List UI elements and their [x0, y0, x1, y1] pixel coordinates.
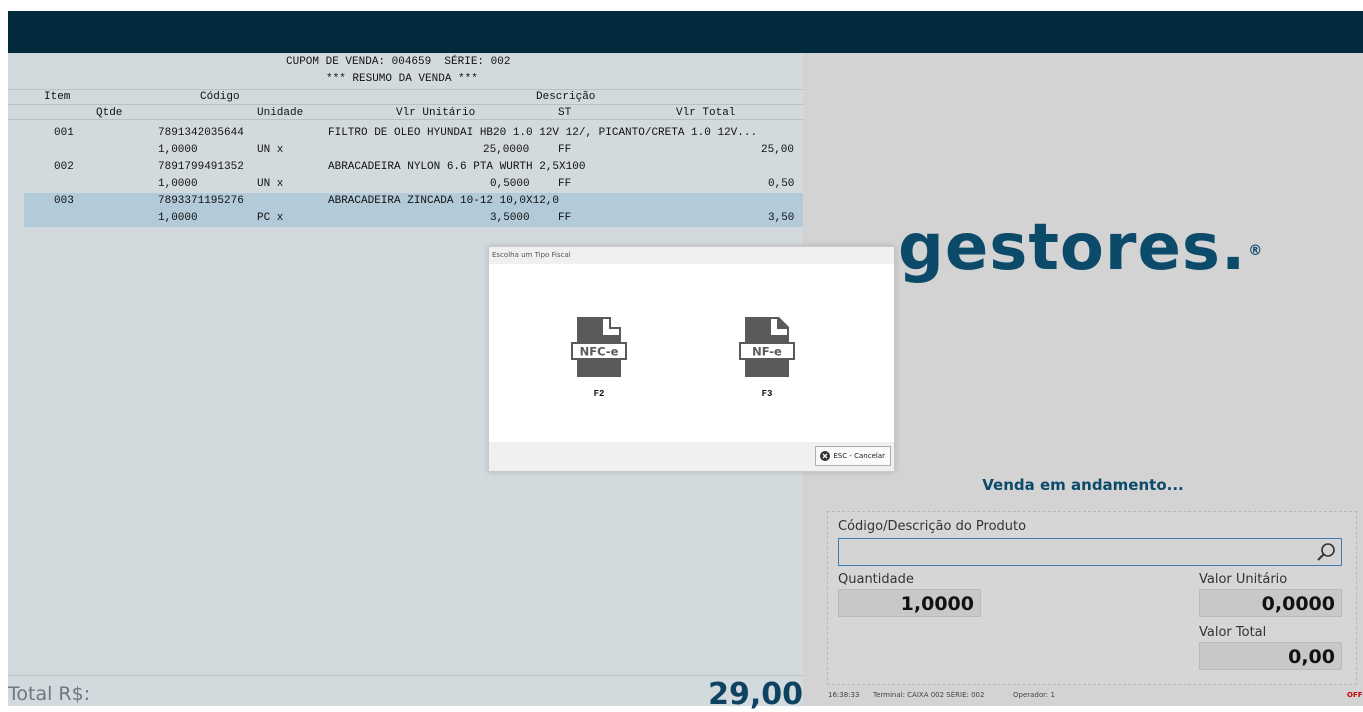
col-header-unidade: Unidade — [257, 107, 304, 119]
nfce-document-icon: NFC-e — [571, 317, 627, 377]
item-vlr-unitario: 25,0000 — [483, 144, 530, 156]
nfce-option[interactable]: NFC-e F2 — [569, 317, 629, 399]
status-bar: 16:38:33 Terminal: CAIXA 002 SÉRIE: 002 … — [803, 686, 1363, 706]
quantidade-label: Quantidade — [838, 572, 914, 587]
terminal-info: Terminal: CAIXA 002 SÉRIE: 002 — [873, 691, 985, 699]
col-header-st: ST — [558, 107, 572, 119]
nfe-document-icon: NF-e — [739, 317, 795, 377]
item-qtde: 1,0000 — [158, 212, 198, 224]
item-qtde: 1,0000 — [158, 178, 198, 190]
header-row-1: Item Código Descrição — [8, 89, 803, 105]
valor-unitario-label: Valor Unitário — [1199, 572, 1288, 587]
col-header-vlr-total: Vlr Total — [676, 107, 736, 119]
item-vlr-total: 25,00 — [761, 144, 795, 156]
fiscal-type-dialog: Escolha um Tipo Fiscal NFC-e F2 NF-e F3 … — [488, 246, 895, 472]
valor-total-field: 0,00 — [1199, 642, 1342, 670]
item-qtde: 1,0000 — [158, 144, 198, 156]
item-st: FF — [558, 178, 572, 190]
item-descricao: ABRACADEIRA ZINCADA 10-12 10,0X12,0 — [328, 195, 560, 207]
operator-info: Operador: 1 — [1013, 691, 1055, 699]
cancel-button[interactable]: ESC - Cancelar — [815, 446, 891, 466]
item-descricao: FILTRO DE OLEO HYUNDAI HB20 1.0 12V 12/,… — [328, 127, 758, 139]
quantidade-field[interactable]: 1,0000 — [838, 589, 981, 617]
registered-mark: ® — [1248, 243, 1264, 260]
dialog-title: Escolha um Tipo Fiscal — [489, 247, 894, 264]
nfe-icon-text: NF-e — [752, 345, 782, 359]
receipt-title: CUPOM DE VENDA: 004659 SÉRIE: 002 — [286, 56, 511, 68]
search-icon[interactable] — [1315, 541, 1337, 563]
item-unidade: UN x — [257, 178, 284, 190]
connection-status: OFF — [1347, 691, 1363, 699]
item-unidade: PC x — [257, 212, 284, 224]
sale-status: Venda em andamento... — [982, 476, 1184, 494]
item-number: 003 — [54, 195, 74, 207]
item-descricao: ABRACADEIRA NYLON 6.6 PTA WURTH 2,5X100 — [328, 161, 586, 173]
item-codigo: 7891799491352 — [158, 161, 244, 173]
product-search-input[interactable] — [838, 538, 1342, 566]
nfe-option[interactable]: NF-e F3 — [737, 317, 797, 399]
item-number: 001 — [54, 127, 74, 139]
cancel-label: ESC - Cancelar — [833, 452, 885, 460]
item-number: 002 — [54, 161, 74, 173]
close-circle-icon — [820, 451, 831, 461]
valor-unitario-field[interactable]: 0,0000 — [1199, 589, 1342, 617]
nfce-shortcut: F2 — [593, 389, 605, 399]
produto-label: Código/Descrição do Produto — [838, 519, 1027, 534]
clock: 16:38:33 — [828, 691, 860, 699]
total-value: 29,00 — [708, 677, 803, 712]
logo-text: gestores. — [898, 211, 1247, 285]
header-row-2: Qtde Unidade Vlr Unitário ST Vlr Total — [8, 106, 803, 120]
col-header-vlr-unitario: Vlr Unitário — [396, 107, 476, 119]
nfce-icon-text: NFC-e — [580, 345, 619, 359]
col-header-item: Item — [44, 91, 71, 103]
valor-total-label: Valor Total — [1199, 625, 1267, 640]
item-st: FF — [558, 144, 572, 156]
product-entry-form: Código/Descrição do Produto Quantidade 1… — [827, 511, 1357, 685]
item-vlr-total: 0,50 — [768, 178, 795, 190]
item-codigo: 7893371195276 — [158, 195, 244, 207]
total-divider — [8, 675, 803, 676]
col-header-qtde: Qtde — [96, 107, 123, 119]
col-header-descricao: Descrição — [536, 91, 596, 103]
nfe-shortcut: F3 — [761, 389, 773, 399]
dialog-footer: ESC - Cancelar — [489, 442, 894, 471]
receipt-subtitle: *** RESUMO DA VENDA *** — [326, 73, 478, 85]
item-st: FF — [558, 212, 572, 224]
gestores-logo: gestores. ® — [898, 211, 1263, 285]
item-vlr-unitario: 0,5000 — [490, 178, 530, 190]
item-codigo: 7891342035644 — [158, 127, 244, 139]
item-vlr-total: 3,50 — [768, 212, 795, 224]
total-label: Total R$: — [8, 683, 91, 705]
top-bar — [8, 11, 1363, 53]
col-header-codigo: Código — [200, 91, 240, 103]
item-unidade: UN x — [257, 144, 284, 156]
item-vlr-unitario: 3,5000 — [490, 212, 530, 224]
